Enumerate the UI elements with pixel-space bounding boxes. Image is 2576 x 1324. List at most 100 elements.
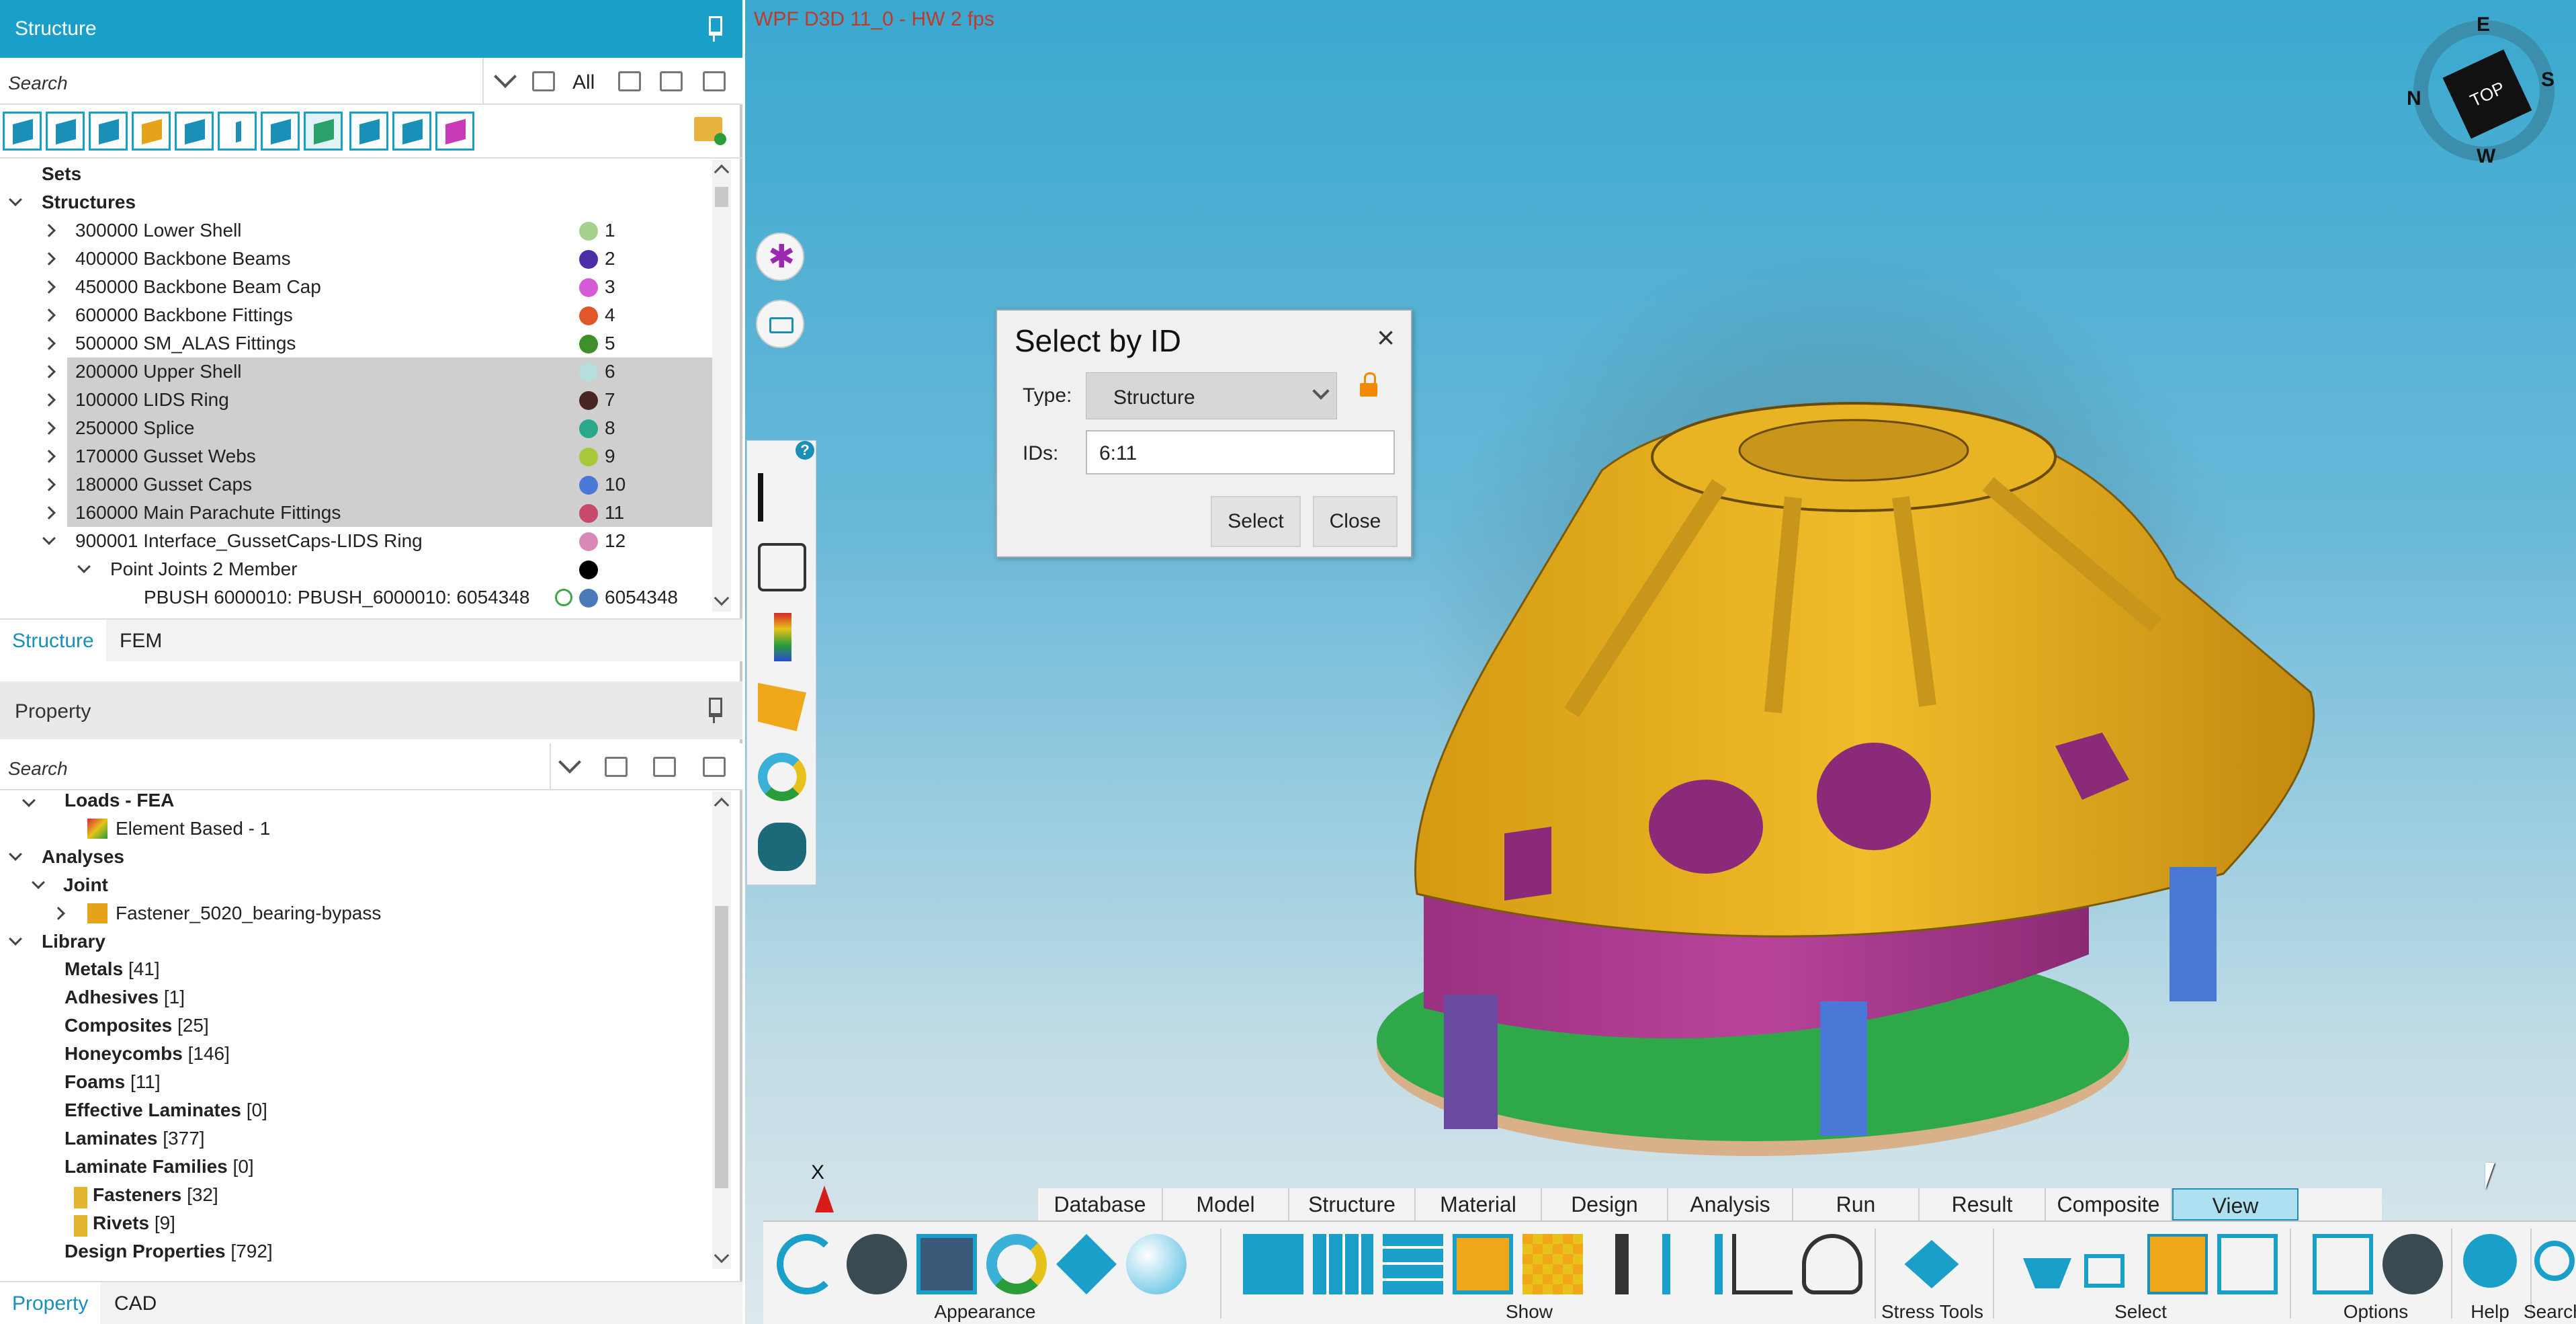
search-dropdown-chevron-icon[interactable] (494, 65, 517, 88)
scroll-down-icon[interactable] (714, 590, 730, 606)
beam-show-icon[interactable] (1615, 1234, 1629, 1294)
astronaut-icon[interactable] (1802, 1234, 1862, 1294)
color-scale-icon[interactable] (774, 613, 791, 661)
panel-show-icon[interactable] (1243, 1234, 1303, 1294)
tab-fem[interactable]: FEM (108, 620, 174, 663)
tree-item-library[interactable]: Library (0, 927, 712, 956)
pin-icon[interactable] (703, 696, 724, 723)
close-button[interactable]: Close (1313, 496, 1398, 547)
ibeam-icon[interactable] (1662, 1234, 1723, 1294)
expand-chevron-icon[interactable] (42, 393, 56, 407)
tab-structure[interactable]: Structure (0, 620, 106, 663)
tree-row[interactable]: 250000 Splice 8 (0, 414, 712, 442)
beam-icon[interactable] (218, 112, 257, 151)
expand-chevron-icon[interactable] (42, 337, 56, 350)
color-swatch-icon[interactable] (579, 532, 598, 551)
copy-icon[interactable] (618, 71, 641, 91)
library-item[interactable]: Composites [25] (65, 1015, 209, 1036)
copy-icon[interactable] (605, 757, 628, 777)
tree-item-sets[interactable]: Sets (0, 160, 712, 188)
bug-icon[interactable] (758, 823, 806, 871)
tree-row[interactable]: 180000 Gusset Caps 10 (0, 470, 712, 499)
expand-chevron-icon[interactable] (42, 365, 56, 378)
tree-item-element-based[interactable]: Element Based - 1 (0, 815, 712, 843)
scroll-thumb[interactable] (715, 906, 728, 1188)
view-settings-icon[interactable] (847, 1234, 907, 1294)
tree-row[interactable]: PBUSH 6000010: PBUSH_6000010: 6054348 60… (0, 583, 712, 612)
tree-row[interactable]: 170000 Gusset Webs 9 (0, 442, 712, 470)
window-select-button[interactable] (756, 300, 804, 348)
touch-icon[interactable] (2313, 1234, 2373, 1294)
menu-model[interactable]: Model (1163, 1188, 1289, 1220)
chevron-down-icon[interactable] (1312, 382, 1330, 400)
tree-view-icon[interactable] (3, 112, 42, 151)
color-swatch-icon[interactable] (579, 391, 598, 410)
color-swatch-icon[interactable] (579, 335, 598, 354)
flag-icon[interactable] (758, 683, 806, 731)
solid-icon[interactable] (46, 112, 85, 151)
add-folder-icon[interactable] (694, 117, 726, 145)
tree-row[interactable]: 160000 Main Parachute Fittings 11 (0, 499, 712, 527)
arrow-icon[interactable] (1453, 1234, 1513, 1294)
library-item[interactable]: Design Properties [792] (65, 1241, 273, 1262)
color-swatch-icon[interactable] (579, 419, 598, 438)
tree-row[interactable]: 100000 LIDS Ring 7 (0, 386, 712, 414)
hierarchy-icon[interactable] (660, 71, 683, 91)
donut-chart-icon[interactable] (758, 753, 806, 801)
axis-icon[interactable] (435, 112, 474, 151)
select-box-icon[interactable] (2084, 1254, 2124, 1288)
checker-icon[interactable] (1522, 1234, 1583, 1294)
monitor-icon[interactable] (916, 1234, 977, 1294)
search-icon[interactable] (2534, 1241, 2575, 1281)
menu-database[interactable]: Database (1038, 1188, 1163, 1220)
property-tree-scrollbar[interactable] (712, 792, 731, 1269)
library-item[interactable]: Effective Laminates [0] (65, 1100, 267, 1121)
expand-chevron-icon[interactable] (42, 252, 56, 265)
library-item[interactable]: Fasteners [32] (74, 1184, 218, 1208)
refresh-icon[interactable] (777, 1234, 837, 1294)
library-item[interactable]: Foams [11] (65, 1071, 161, 1093)
sync-icon[interactable] (703, 757, 726, 777)
tab-cad[interactable]: CAD (102, 1282, 169, 1324)
help-circle-icon[interactable] (2463, 1234, 2517, 1288)
expand-chevron-icon[interactable] (9, 847, 22, 861)
menu-run[interactable]: Run (1793, 1188, 1920, 1220)
library-item[interactable]: Laminates [377] (65, 1128, 205, 1149)
close-icon[interactable]: × (1377, 322, 1395, 353)
tab-property[interactable]: Property (0, 1282, 101, 1324)
expand-chevron-icon[interactable] (42, 421, 56, 435)
menu-structure[interactable]: Structure (1289, 1188, 1416, 1220)
color-swatch-icon[interactable] (579, 306, 598, 325)
menu-view[interactable]: View (2172, 1188, 2299, 1220)
color-swatch-icon[interactable] (579, 476, 598, 495)
color-swatch-icon[interactable] (579, 448, 598, 466)
library-item[interactable]: Metals [41] (65, 958, 160, 980)
library-item[interactable]: Rivets [9] (74, 1212, 175, 1237)
menu-material[interactable]: Material (1416, 1188, 1542, 1220)
expand-chevron-icon[interactable] (9, 193, 22, 206)
color-wheel-icon[interactable] (986, 1234, 1047, 1294)
layers-icon[interactable] (304, 112, 343, 151)
scroll-up-icon[interactable] (714, 797, 730, 813)
plate-icon[interactable] (175, 112, 214, 151)
joint-icon[interactable] (392, 112, 431, 151)
glasses-icon[interactable] (758, 543, 806, 591)
ids-input[interactable]: 6:11 (1086, 430, 1395, 474)
color-swatch-icon[interactable] (579, 504, 598, 523)
tree-item-fastener[interactable]: Fastener_5020_bearing-bypass (0, 899, 712, 927)
color-swatch-icon[interactable] (579, 363, 598, 382)
color-swatch-icon[interactable] (579, 561, 598, 579)
filter-all-label[interactable]: All (572, 71, 595, 94)
expand-chevron-icon[interactable] (22, 794, 36, 807)
tree-row[interactable]: 300000 Lower Shell 1 (0, 216, 712, 245)
scroll-up-icon[interactable] (714, 164, 730, 180)
beam-properties-icon[interactable] (758, 473, 806, 522)
scroll-thumb[interactable] (715, 187, 728, 207)
menu-result[interactable]: Result (1920, 1188, 2046, 1220)
panel-icon[interactable] (89, 112, 128, 151)
stress-tools-icon[interactable] (1904, 1240, 1959, 1288)
lock-icon[interactable] (1360, 372, 1377, 397)
expand-chevron-icon[interactable] (42, 478, 56, 491)
fastener-icon[interactable] (349, 112, 388, 151)
tree-row[interactable]: 400000 Backbone Beams 2 (0, 245, 712, 273)
